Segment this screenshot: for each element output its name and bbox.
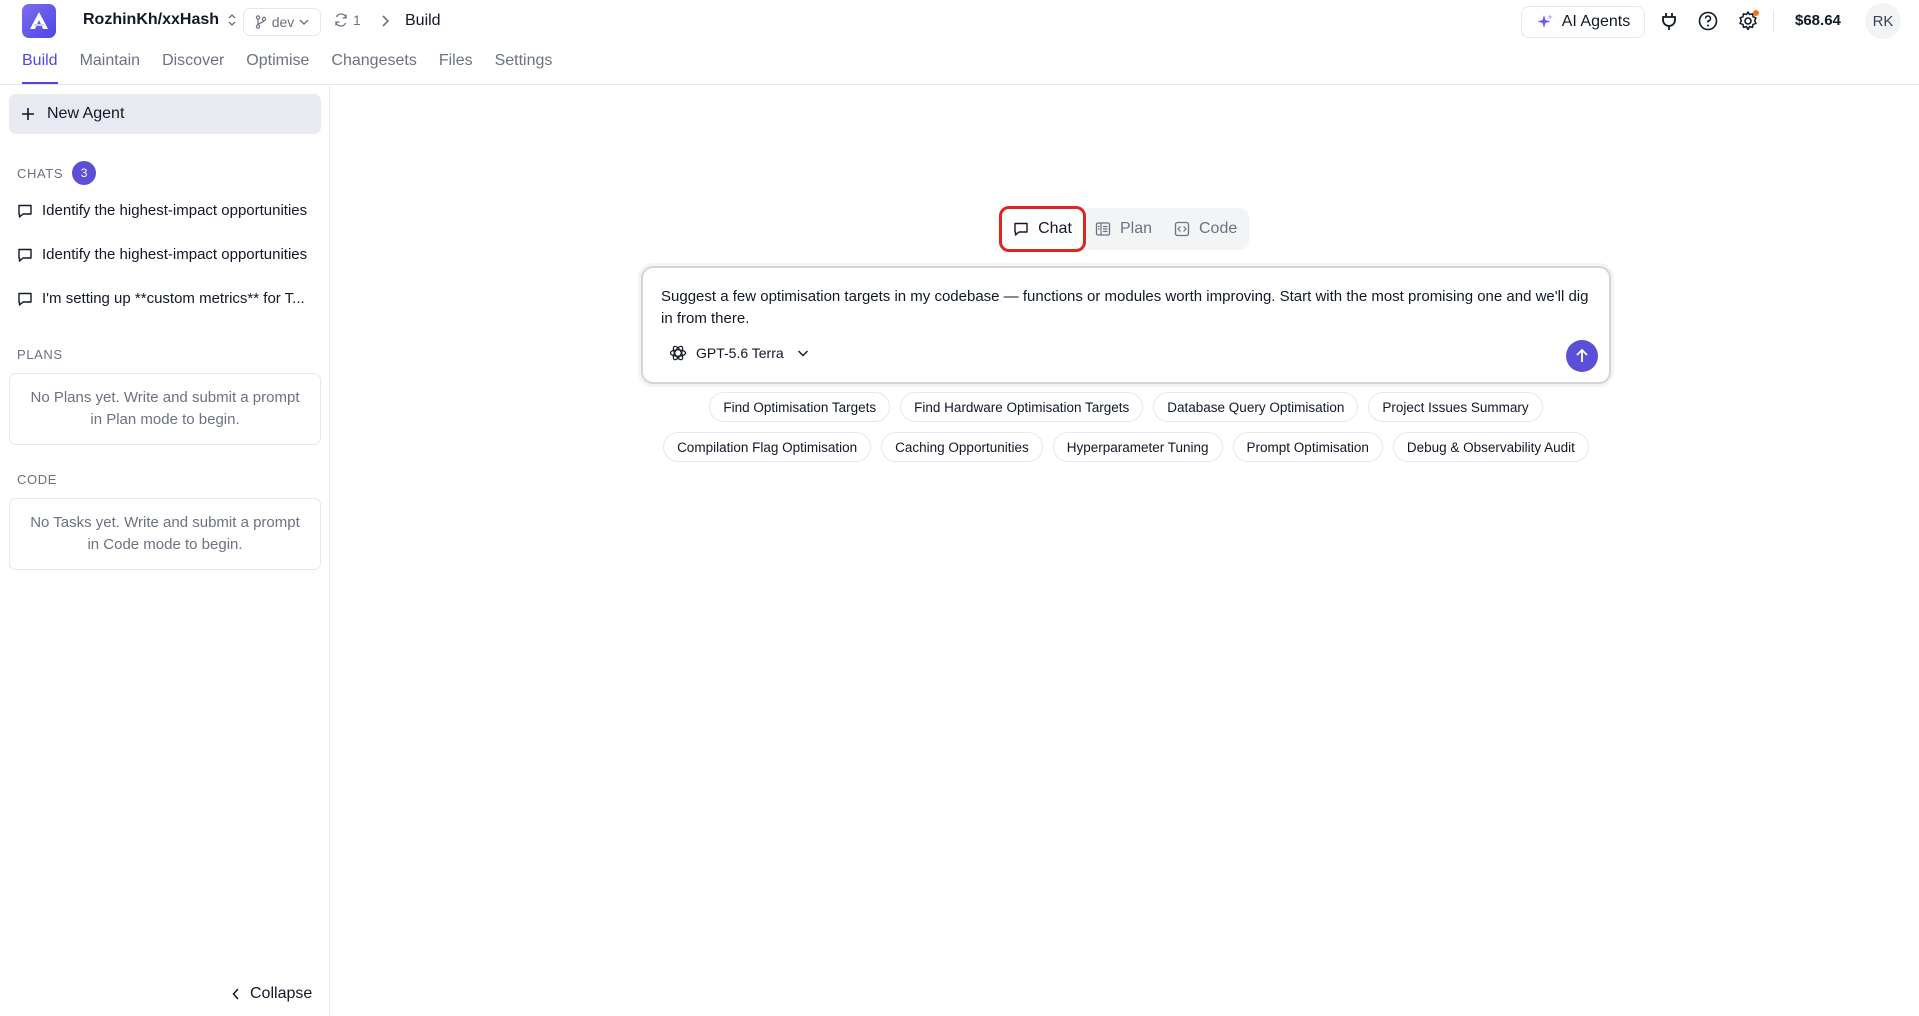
- help-icon: [1698, 11, 1718, 31]
- arrow-up-icon: [1576, 348, 1588, 362]
- chat-item-title: Identify the highest-impact opportunitie…: [42, 202, 308, 219]
- chevron-down-icon: [299, 19, 309, 25]
- suggestion-row-2: Compilation Flag Optimisation Caching Op…: [641, 432, 1611, 462]
- mode-chat[interactable]: Chat: [999, 206, 1086, 252]
- tab-maintain[interactable]: Maintain: [80, 52, 140, 84]
- plan-icon: [1095, 222, 1111, 236]
- suggestion-chip[interactable]: Compilation Flag Optimisation: [663, 432, 872, 462]
- tab-build[interactable]: Build: [22, 52, 58, 84]
- ai-agents-button[interactable]: AI Agents: [1521, 6, 1645, 38]
- chat-item-title: I'm setting up **custom metrics** for T.…: [42, 290, 305, 307]
- chats-section-title: CHATS 3: [17, 161, 97, 185]
- branch-selector[interactable]: dev: [243, 8, 321, 36]
- ai-agents-label: AI Agents: [1561, 13, 1631, 30]
- send-button[interactable]: [1566, 340, 1598, 372]
- prompt-input[interactable]: Suggest a few optimisation targets in my…: [661, 286, 1591, 330]
- mode-plan-label: Plan: [1120, 220, 1153, 237]
- notification-dot: [1753, 10, 1759, 16]
- suggestion-row-1: Find Optimisation Targets Find Hardware …: [641, 392, 1611, 422]
- new-agent-label: New Agent: [47, 105, 125, 122]
- header-divider: [1773, 10, 1774, 32]
- repo-selector[interactable]: RozhinKh/xxHash: [83, 11, 237, 29]
- tab-settings[interactable]: Settings: [495, 52, 553, 84]
- tab-changesets[interactable]: Changesets: [331, 52, 416, 84]
- logo-icon: [30, 12, 48, 29]
- mode-plan[interactable]: Plan: [1095, 208, 1152, 250]
- suggestion-chip[interactable]: Find Hardware Optimisation Targets: [900, 392, 1144, 422]
- chat-item[interactable]: I'm setting up **custom metrics** for T.…: [17, 290, 317, 307]
- collapse-label: Collapse: [250, 985, 313, 1002]
- suggestion-chip[interactable]: Find Optimisation Targets: [709, 392, 891, 422]
- model-name: GPT-5.6 Terra: [696, 345, 784, 361]
- git-branch-icon: [255, 15, 266, 29]
- mode-switch: Chat Plan Code: [998, 206, 1249, 252]
- refresh-icon: [335, 13, 347, 27]
- user-avatar[interactable]: RK: [1865, 3, 1901, 39]
- settings-button[interactable]: [1737, 10, 1759, 32]
- mode-chat-label: Chat: [1038, 220, 1072, 237]
- prompt-composer[interactable]: Suggest a few optimisation targets in my…: [641, 266, 1611, 384]
- suggestion-chip[interactable]: Hyperparameter Tuning: [1052, 432, 1223, 462]
- mode-code[interactable]: Code: [1174, 208, 1237, 250]
- sidebar: New Agent CHATS 3 Identify the highest-i…: [0, 86, 330, 1016]
- code-icon: [1174, 221, 1190, 237]
- chevron-left-icon: [232, 988, 239, 1000]
- sync-count: 1: [353, 12, 361, 28]
- suggestion-chip[interactable]: Prompt Optimisation: [1232, 432, 1383, 462]
- plans-empty-state: No Plans yet. Write and submit a prompt …: [9, 373, 321, 445]
- plug-button[interactable]: [1658, 10, 1680, 32]
- suggestion-chip[interactable]: Debug & Observability Audit: [1392, 432, 1589, 462]
- main-nav: Build Maintain Discover Optimise Changes…: [22, 52, 574, 84]
- branch-name: dev: [271, 14, 295, 30]
- tab-discover[interactable]: Discover: [162, 52, 224, 84]
- chat-bubble-icon: [18, 292, 32, 306]
- code-empty-state: No Tasks yet. Write and submit a prompt …: [9, 498, 321, 570]
- top-header: RozhinKh/xxHash dev 1 Build AI Agents $6…: [0, 0, 1919, 85]
- chat-bubble-icon: [1014, 222, 1028, 236]
- suggestion-chip[interactable]: Caching Opportunities: [881, 432, 1043, 462]
- mode-code-label: Code: [1199, 220, 1238, 237]
- sparkles-icon: [1537, 14, 1553, 28]
- new-agent-button[interactable]: New Agent: [9, 94, 321, 134]
- help-button[interactable]: [1697, 10, 1719, 32]
- chat-bubble-icon: [18, 248, 32, 262]
- account-balance[interactable]: $68.64: [1795, 12, 1841, 29]
- chat-item[interactable]: Identify the highest-impact opportunitie…: [17, 246, 317, 263]
- openai-icon: [669, 345, 687, 361]
- model-selector[interactable]: GPT-5.6 Terra: [669, 344, 809, 362]
- suggestion-chip[interactable]: Database Query Optimisation: [1153, 392, 1359, 422]
- chat-item-title: Identify the highest-impact opportunitie…: [42, 246, 308, 263]
- chevron-updown-icon: [228, 14, 236, 26]
- chat-item[interactable]: Identify the highest-impact opportunitie…: [17, 202, 317, 219]
- plans-section-title: PLANS: [17, 347, 63, 362]
- app-logo[interactable]: [22, 4, 56, 38]
- chat-bubble-icon: [18, 204, 32, 218]
- chevron-down-icon: [797, 350, 808, 357]
- sync-status[interactable]: 1: [334, 12, 361, 28]
- suggestion-chip[interactable]: Project Issues Summary: [1368, 392, 1543, 422]
- avatar-initials: RK: [1872, 12, 1894, 30]
- breadcrumb-current: Build: [405, 12, 441, 29]
- chats-title-text: CHATS: [17, 165, 64, 181]
- plus-icon: [22, 108, 34, 120]
- repo-name: RozhinKh/xxHash: [83, 11, 220, 28]
- tab-optimise[interactable]: Optimise: [246, 52, 309, 84]
- chevron-right-icon: [382, 15, 390, 27]
- gear-icon: [1739, 10, 1759, 31]
- tab-files[interactable]: Files: [439, 52, 473, 84]
- code-section-title: CODE: [17, 472, 57, 487]
- plug-icon: [1662, 13, 1676, 30]
- chats-count-badge: 3: [72, 161, 97, 185]
- collapse-sidebar-button[interactable]: Collapse: [232, 985, 312, 1003]
- suggestion-chips: Find Optimisation Targets Find Hardware …: [641, 392, 1611, 472]
